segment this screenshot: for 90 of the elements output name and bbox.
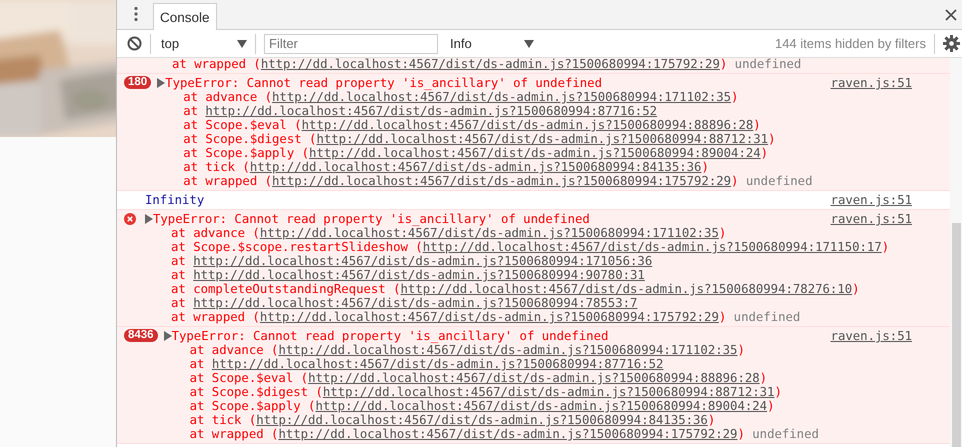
- stack-frame-link[interactable]: http://dd.localhost:4567/dist/ds-admin.js?1500680994:89004:24: [309, 146, 761, 160]
- stack-frame-text: at Scope.$apply (: [183, 146, 310, 160]
- stack-frame-link[interactable]: http://dd.localhost:4567/dist/ds-admin.js?1500680994:88896:28: [302, 118, 754, 132]
- caret-icon: [237, 40, 247, 48]
- stack-frame-link[interactable]: http://dd.localhost:4567/dist/ds-admin.js?1500680994:84135:36: [256, 413, 708, 427]
- source-link[interactable]: raven.js:51: [830, 329, 912, 343]
- context-dropdown[interactable]: top: [159, 36, 247, 51]
- repeat-count-badge: 180: [124, 76, 152, 89]
- error-message: TypeError: Cannot read property 'is_ancillary' of undefined: [165, 76, 603, 90]
- repeat-count-badge: 8436: [124, 329, 158, 342]
- stack-frame-link[interactable]: http://dd.localhost:4567/dist/ds-admin.js?1500680994:78553:7: [193, 296, 638, 310]
- stack-frame-paren: ): [753, 118, 761, 132]
- stack-frame-link[interactable]: http://dd.localhost:4567/dist/ds-admin.js?1500680994:90780:31: [193, 268, 645, 282]
- stack-frame-text: at advance (: [183, 90, 272, 104]
- source-link[interactable]: raven.js:51: [830, 76, 912, 90]
- stack-frame-link[interactable]: http://dd.localhost:4567/dist/ds-admin.js?1500680994:87716:52: [205, 104, 658, 118]
- stack-frame-text: at tick (: [190, 413, 256, 427]
- error-message: TypeError: Cannot read property 'is_ancillary' of undefined: [172, 329, 610, 343]
- stack-frame-text: at Scope.$eval (: [190, 371, 308, 385]
- stack-frame-link[interactable]: http://dd.localhost:4567/dist/ds-admin.js?1500680994:171150:17: [422, 240, 882, 254]
- error-icon: [124, 213, 136, 225]
- return-value: undefined: [746, 174, 812, 188]
- stack-frame-paren: ): [718, 226, 726, 240]
- level-dropdown[interactable]: Info: [448, 36, 534, 51]
- stack-frame-link[interactable]: http://dd.localhost:4567/dist/ds-admin.js?1500680994:171102:35: [260, 226, 719, 240]
- stack-frame-paren: ): [720, 58, 728, 71]
- expand-arrow-icon[interactable]: [145, 214, 153, 224]
- clear-console-icon[interactable]: [127, 36, 142, 51]
- stack-frame-text: at Scope.$scope.restartSlideshow (: [171, 240, 423, 254]
- stack-frame-paren: ): [731, 90, 738, 104]
- stack-frame-link[interactable]: http://dd.localhost:4567/dist/ds-admin.js?1500680994:171102:35: [272, 90, 732, 104]
- filter-field[interactable]: Filter: [264, 34, 438, 54]
- stack-frame-text: at Scope.$apply (: [190, 399, 316, 413]
- stack-frame-paren: ): [731, 174, 738, 188]
- stack-frame-paren: ): [760, 371, 768, 385]
- stack-frame-text: at Scope.$eval (: [183, 118, 302, 132]
- scrollbar-thumb[interactable]: [952, 223, 961, 447]
- return-value: undefined: [734, 310, 800, 324]
- close-icon[interactable]: [945, 9, 957, 21]
- stack-frame-text: at wrapped (: [171, 310, 260, 324]
- caret-icon: [524, 40, 534, 48]
- stack-frame-link[interactable]: http://dd.localhost:4567/dist/ds-admin.js?1500680994:175792:29: [272, 174, 732, 188]
- stack-frame-link[interactable]: http://dd.localhost:4567/dist/ds-admin.js?1500680994:171102:35: [278, 343, 738, 357]
- hidden-items-text: 144 items hidden by filters: [774, 36, 926, 51]
- stack-frame-link[interactable]: http://dd.localhost:4567/dist/ds-admin.js?1500680994:84135:36: [250, 160, 702, 174]
- stack-frame-link[interactable]: http://dd.localhost:4567/dist/ds-admin.js?1500680994:175792:29: [260, 58, 720, 71]
- settings-icon[interactable]: [943, 35, 960, 52]
- console-tab[interactable]: Console: [153, 3, 217, 30]
- stack-frame-paren: ): [768, 132, 776, 146]
- stack-frame-link[interactable]: http://dd.localhost:4567/dist/ds-admin.js?1500680994:78276:10: [400, 282, 852, 296]
- stack-frame-text: at: [171, 296, 187, 310]
- stack-frame-link[interactable]: http://dd.localhost:4567/dist/ds-admin.js?1500680994:175792:29: [260, 310, 719, 324]
- stack-frame-paren: ): [774, 385, 782, 399]
- stack-frame-text: at Scope.$digest (: [190, 385, 323, 399]
- stack-frame-text: at wrapped (: [190, 427, 278, 441]
- return-value: undefined: [734, 58, 802, 71]
- stack-frame-text: at: [190, 357, 206, 371]
- stack-frame-link[interactable]: http://dd.localhost:4567/dist/ds-admin.js?1500680994:171056:36: [193, 254, 652, 268]
- stack-frame-text: at wrapped (: [183, 174, 272, 188]
- stack-frame-paren: ): [718, 310, 726, 324]
- stack-frame-paren: ): [767, 399, 774, 413]
- stack-frame-link[interactable]: http://dd.localhost:4567/dist/ds-admin.js?1500680994:88712:31: [316, 132, 768, 146]
- stack-frame-paren: ): [737, 343, 745, 357]
- stack-frame-paren: ): [708, 413, 716, 427]
- stack-frame-paren: ): [737, 427, 745, 441]
- stack-frame-text: at advance (: [171, 226, 260, 240]
- stack-frame-paren: ): [882, 240, 890, 254]
- stack-frame-text: at: [171, 254, 187, 268]
- return-value: undefined: [752, 427, 819, 441]
- stack-frame-link[interactable]: http://dd.localhost:4567/dist/ds-admin.js?1500680994:87716:52: [212, 357, 664, 371]
- stack-frame-text: at wrapped (: [172, 58, 261, 71]
- error-message: TypeError: Cannot read property 'is_ancillary' of undefined: [153, 212, 591, 226]
- stack-frame-link[interactable]: http://dd.localhost:4567/dist/ds-admin.js?1500680994:175792:29: [278, 427, 738, 441]
- stack-frame-paren: ): [852, 282, 860, 296]
- stack-frame-link[interactable]: http://dd.localhost:4567/dist/ds-admin.js?1500680994:89004:24: [315, 399, 768, 413]
- stack-frame-text: at completeOutstandingRequest (: [171, 282, 401, 296]
- expand-arrow-icon[interactable]: [157, 78, 166, 88]
- stack-frame-text: at: [171, 268, 187, 282]
- source-link[interactable]: raven.js:51: [830, 193, 912, 207]
- stack-frame-link[interactable]: http://dd.localhost:4567/dist/ds-admin.js?1500680994:88896:28: [308, 371, 760, 385]
- expand-arrow-icon[interactable]: [164, 331, 172, 341]
- stack-frame-paren: ): [760, 146, 768, 160]
- stack-frame-link[interactable]: http://dd.localhost:4567/dist/ds-admin.js?1500680994:88712:31: [322, 385, 774, 399]
- stack-frame-text: at Scope.$digest (: [183, 132, 316, 146]
- stack-frame-paren: ): [701, 160, 709, 174]
- stack-frame-text: at tick (: [183, 160, 250, 174]
- stack-frame-text: at: [183, 104, 199, 118]
- log-value: Infinity: [145, 193, 206, 207]
- stack-frame-text: at advance (: [190, 343, 278, 357]
- source-link[interactable]: raven.js:51: [830, 212, 912, 226]
